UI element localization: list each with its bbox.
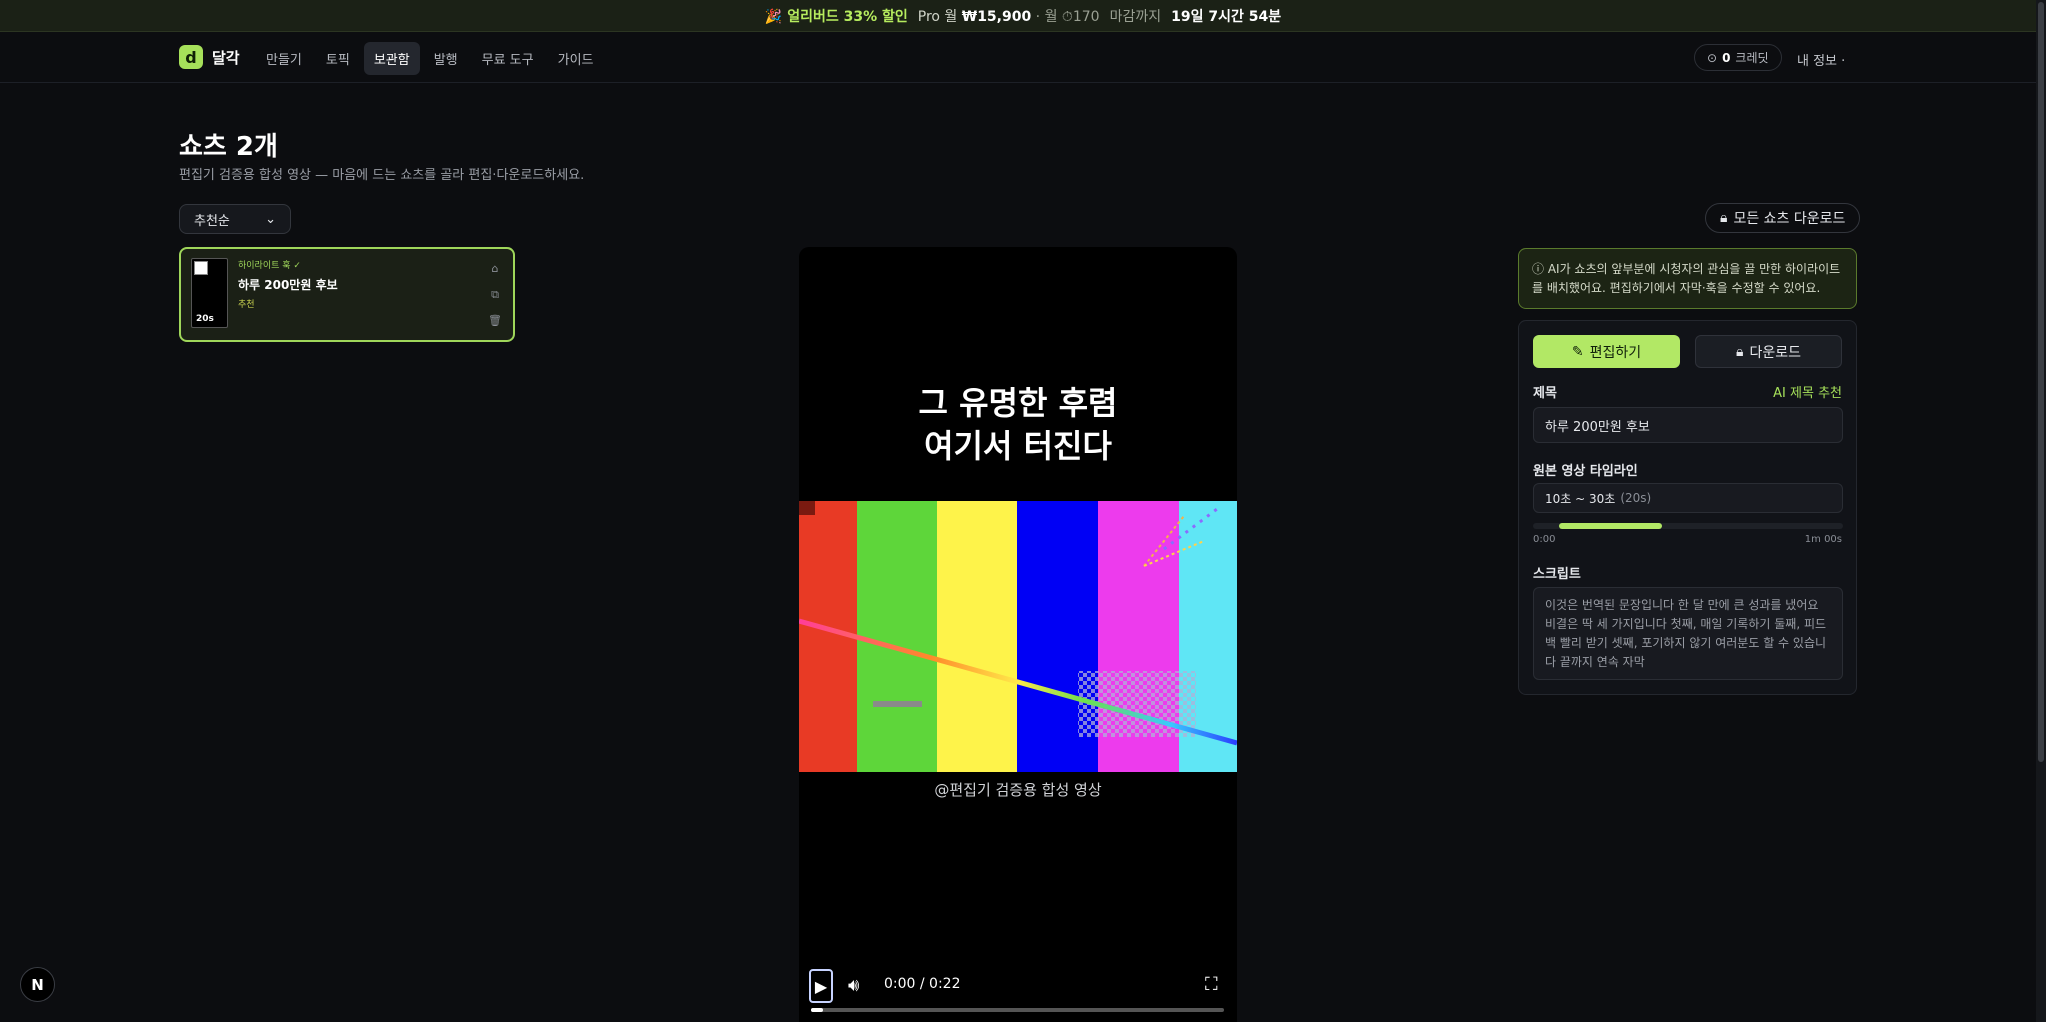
editor-panel: ✎ 편집하기 🔒︎ 다운로드 제목 AI 제목 추천 하루 200만원 후보 원… xyxy=(1518,320,1857,695)
download-button-label: 다운로드 xyxy=(1749,344,1801,361)
short-card[interactable]: 20s 하이라이트 훅 ✓ 하루 200만원 후보 추천 ⌂ ⧉ 🗑︎ xyxy=(179,247,515,342)
logo[interactable]: d 달각 xyxy=(179,45,240,69)
play-icon: ▶ xyxy=(814,976,828,996)
video-progress-bar[interactable] xyxy=(811,1008,1224,1012)
timeline-label: 원본 영상 타임라인 xyxy=(1533,464,1638,479)
video-handle: @편집기 검증용 합성 영상 xyxy=(934,781,1102,799)
scrollbar-thumb[interactable] xyxy=(2038,2,2044,762)
video-caption-line-2: 여기서 터진다 xyxy=(924,427,1112,465)
timeline-start-label: 0:00 xyxy=(1533,534,1556,545)
logo-icon: d xyxy=(179,45,203,69)
download-all-label: 모든 쇼츠 다운로드 xyxy=(1733,211,1846,227)
timeline-duration: (20s) xyxy=(1620,491,1652,505)
edit-button-label: 편집하기 xyxy=(1589,344,1642,361)
page-subtitle: 편집기 검증용 합성 영상 — 마음에 드는 쇼츠를 골라 편집·다운로드하세요… xyxy=(179,168,585,183)
timeline-selection[interactable] xyxy=(1558,523,1663,529)
broken-image-icon xyxy=(194,261,208,275)
sort-select[interactable]: 추천순 ⌄ xyxy=(179,204,291,234)
video-time: 0:00 / 0:22 xyxy=(884,976,961,992)
timeline-range: 10초 ~ 30초 xyxy=(1545,491,1616,506)
title-label: 제목 xyxy=(1533,386,1557,401)
dev-badge[interactable]: N xyxy=(20,967,55,1002)
short-tag: 하이라이트 훅 ✓ xyxy=(238,261,301,271)
timeline-track[interactable] xyxy=(1533,523,1843,529)
volume-icon[interactable]: 🔊︎ xyxy=(848,975,859,996)
ai-title-suggest-link[interactable]: AI 제목 추천 xyxy=(1773,382,1842,401)
timeline-range-field: 10초 ~ 30초 (20s) xyxy=(1533,483,1843,513)
lock-icon: 🔒︎ xyxy=(1736,343,1744,360)
video-caption: 그 유명한 후렴 여기서 터진다 xyxy=(799,382,1237,468)
script-textarea[interactable]: 이것은 번역된 문장입니다 한 달 만에 큰 성과를 냈어요 비결은 딱 세 가… xyxy=(1533,587,1843,680)
nav-item-create[interactable]: 만들기 xyxy=(256,42,312,75)
play-button[interactable]: ▶ xyxy=(809,969,833,1003)
timeline-end-label: 1m 00s xyxy=(1804,534,1842,545)
chevron-down-icon: ⌄ xyxy=(265,211,276,227)
video-player[interactable]: 그 유명한 후렴 여기서 터진다 @편집기 검증용 합성 영상 ▶ 🔊︎ 0:0… xyxy=(799,247,1237,1022)
video-progress-fill xyxy=(811,1008,824,1012)
video-controls: ▶ 🔊︎ 0:00 / 0:22 ⛶ xyxy=(799,957,1237,1017)
credit-count: 0 xyxy=(1722,50,1731,65)
promo-banner: 🎉 얼리버드 33% 할인 Pro 월 ₩15,900 · 월 ⏱170 마감까… xyxy=(0,0,2046,32)
video-caption-line-1: 그 유명한 후렴 xyxy=(918,384,1118,422)
nav-item-topics[interactable]: 토픽 xyxy=(316,42,360,75)
title-input[interactable]: 하루 200만원 후보 xyxy=(1533,407,1843,443)
download-all-button[interactable]: 🔒︎ 모든 쇼츠 다운로드 xyxy=(1705,203,1861,233)
coin-icon: ⊙ xyxy=(1707,50,1718,65)
promo-text: 🎉 얼리버드 33% 할인 xyxy=(764,8,908,25)
credit-label: 크레딧 xyxy=(1735,51,1769,65)
fullscreen-icon[interactable]: ⛶ xyxy=(1205,974,1218,995)
download-button[interactable]: 🔒︎ 다운로드 xyxy=(1695,335,1842,368)
logo-text: 달각 xyxy=(212,48,240,67)
credit-badge[interactable]: ⊙ 0 크레딧 xyxy=(1694,44,1782,71)
short-recommend-badge: 추천 xyxy=(238,300,255,310)
edit-button[interactable]: ✎ 편집하기 xyxy=(1533,335,1680,368)
nav-item-publish[interactable]: 발행 xyxy=(424,42,468,75)
pencil-icon: ✎ xyxy=(1571,343,1584,360)
page-scrollbar[interactable] xyxy=(2036,0,2046,1022)
short-thumbnail: 20s xyxy=(191,258,228,328)
nav-item-guide[interactable]: 가이드 xyxy=(548,42,604,75)
top-nav: d 달각 만들기 토픽 보관함 발행 무료 도구 가이드 ⊙ 0 크레딧 내 정… xyxy=(0,33,2040,83)
lock-icon[interactable]: ⌂ xyxy=(488,262,502,276)
plan-label: Pro 월 ₩15,900 · 월 ⏱170 xyxy=(917,8,1100,25)
main-menu: 만들기 토픽 보관함 발행 무료 도구 가이드 xyxy=(256,42,604,75)
deadline-value: 19일 7시간 54분 xyxy=(1171,8,1282,25)
test-pattern-overlay xyxy=(799,501,1237,746)
sort-value: 추천순 xyxy=(194,213,230,229)
copy-icon[interactable]: ⧉ xyxy=(488,288,502,302)
short-title: 하루 200만원 후보 xyxy=(238,278,338,292)
lock-icon: 🔒︎ xyxy=(1720,210,1728,226)
short-duration: 20s xyxy=(196,314,214,324)
nav-item-free-tools[interactable]: 무료 도구 xyxy=(472,42,544,75)
my-info-menu[interactable]: 내 정보 · xyxy=(1797,50,1845,69)
deadline-label: 마감까지 xyxy=(1109,8,1162,25)
trash-icon[interactable]: 🗑︎ xyxy=(488,314,502,328)
page-title: 쇼츠 2개 xyxy=(179,132,278,162)
script-label: 스크립트 xyxy=(1533,567,1581,582)
ai-info-banner: ⓘ AI가 쇼츠의 앞부분에 시청자의 관심을 끌 만한 하이라이트를 배치했어… xyxy=(1518,248,1857,309)
nav-item-library[interactable]: 보관함 xyxy=(363,42,420,75)
clock-icon: ⏱ xyxy=(1061,8,1073,25)
